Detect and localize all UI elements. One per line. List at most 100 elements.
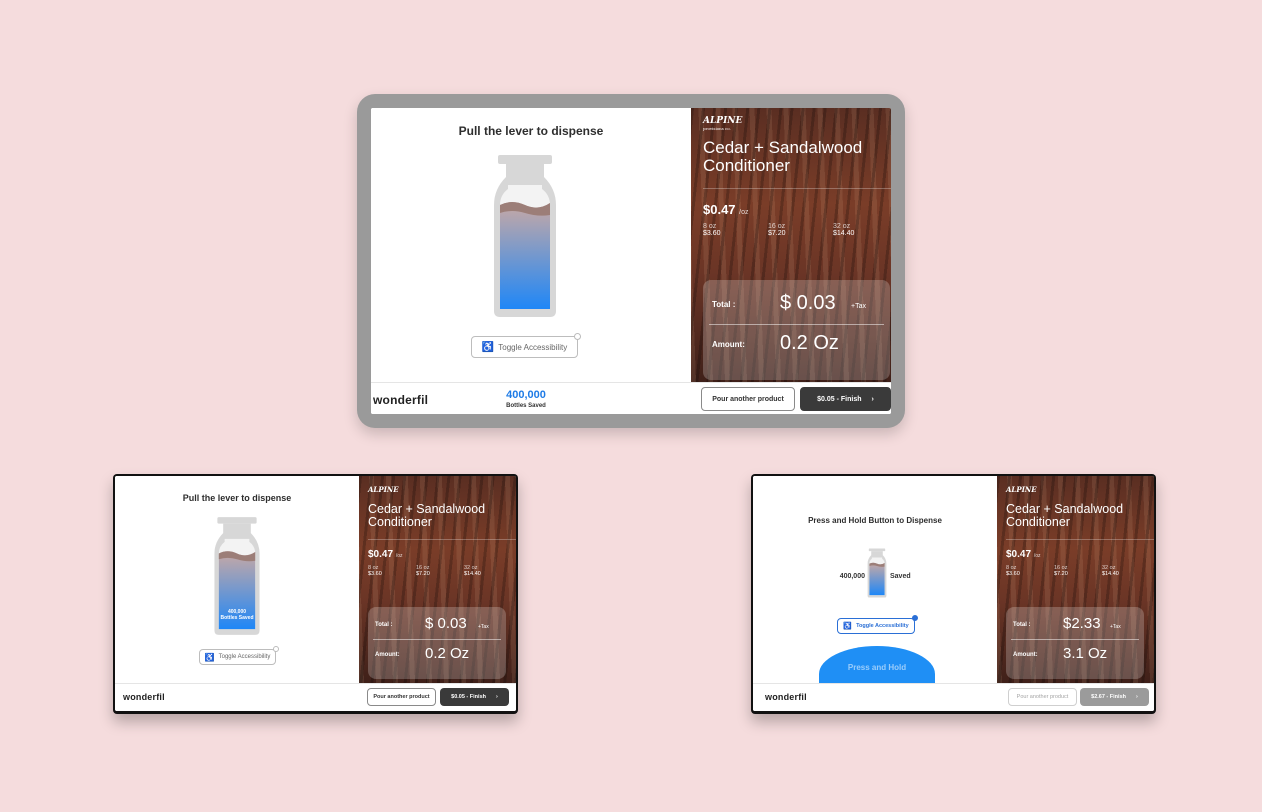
accessibility-icon: ♿ (481, 341, 495, 353)
dispense-panel: Pull the lever to dispense (115, 476, 359, 683)
product-name: Cedar + Sandalwood Conditioner (1006, 502, 1124, 530)
wonderfil-logo: wonderfil (373, 393, 429, 407)
total-value: $ 0.03 (425, 615, 467, 632)
tax-label: +Tax (851, 303, 866, 310)
product-panel: ALPINE Cedar + Sandalwood Conditioner $0… (997, 476, 1154, 683)
amount-label: Amount: (712, 340, 745, 349)
price-unit: /oz (739, 209, 749, 216)
accessibility-icon: ♿ (843, 623, 853, 630)
amount-label: Amount: (375, 652, 400, 658)
price-per-oz: $0.47 /oz (368, 549, 402, 560)
toggle-accessibility-button[interactable]: ♿ Toggle Accessibility (837, 615, 918, 634)
finish-button[interactable]: $0.05 - Finish › (440, 688, 509, 706)
size-option: 8 oz $3.60 (1006, 565, 1020, 577)
chevron-right-icon: › (871, 395, 874, 403)
product-divider (703, 188, 891, 189)
size-option: 8 oz $3.60 (703, 223, 721, 237)
pour-another-button[interactable]: Pour another product (701, 387, 795, 411)
price-per-oz: $0.47 /oz (1006, 549, 1040, 560)
total-label: Total : (1013, 622, 1031, 628)
order-summary: Total : $ 0.03 +Tax Amount: 0.2 Oz (703, 280, 890, 380)
price-value: $0.47 (1006, 549, 1032, 560)
size-options: 8 oz $3.60 16 oz $7.20 32 oz $14.40 (1006, 565, 1121, 577)
total-value: $ 0.03 (780, 292, 836, 314)
pour-another-button[interactable]: Pour another product (1008, 688, 1077, 706)
size-option: 32 oz $14.40 (833, 223, 855, 237)
press-and-hold-button[interactable]: Press and Hold (819, 646, 935, 686)
product-divider (1006, 539, 1154, 540)
kiosk-footer: wonderfil Pour another product $0.05 - F… (115, 683, 516, 711)
dispense-title: Press and Hold Button to Dispense (808, 516, 942, 525)
check-icon (912, 615, 918, 621)
finish-label: $0.05 - Finish (817, 395, 862, 403)
total-value: $2.33 (1063, 615, 1101, 632)
product-divider (368, 539, 516, 540)
brand-logo: ALPINE (368, 485, 399, 494)
summary-divider (709, 324, 884, 325)
price-value: $0.47 (368, 549, 394, 560)
kiosk-screen-main: Pull the lever to dispense ♿ Toggle Acce… (371, 108, 891, 414)
pour-another-button[interactable]: Pour another product (367, 688, 436, 706)
price-per-oz: $0.47 /oz (703, 202, 749, 217)
wonderfil-logo: wonderfil (123, 692, 165, 702)
kiosk-device-left: Pull the lever to dispense 400,000 Bottl… (113, 474, 518, 714)
brand-logo: ALPINE (1006, 485, 1037, 494)
size-option: 32 oz $14.40 (1102, 565, 1119, 577)
toggle-accessibility-label: Toggle Accessibility (498, 342, 568, 352)
brand-logo: ALPINE (703, 116, 743, 126)
price-unit: /oz (1033, 553, 1041, 559)
toggle-accessibility-button[interactable]: ♿ Toggle Accessibility (471, 333, 581, 358)
wonderfil-logo: wonderfil (765, 692, 807, 702)
bottle-fill-indicator (867, 548, 887, 598)
bottles-saved-label: Bottles Saved (506, 403, 546, 409)
dispense-title: Pull the lever to dispense (182, 493, 292, 503)
dispense-panel: Pull the lever to dispense (371, 108, 691, 382)
summary-divider (1011, 639, 1139, 640)
size-option: 8 oz $3.60 (368, 565, 382, 577)
accessibility-status-dot (574, 333, 581, 340)
size-options: 8 oz $3.60 16 oz $7.20 32 oz $14.40 (703, 223, 856, 237)
size-option: 16 oz $7.20 (768, 223, 786, 237)
size-option: 32 oz $14.40 (464, 565, 481, 577)
accessibility-status-dot (273, 646, 279, 652)
tablet-device-main: Pull the lever to dispense ♿ Toggle Acce… (357, 94, 905, 428)
amount-value: 0.2 Oz (780, 332, 839, 354)
toggle-accessibility-button[interactable]: ♿ Toggle Accessibility (199, 646, 279, 665)
amount-label: Amount: (1013, 652, 1038, 658)
saved-count: 400,000 (839, 573, 865, 580)
size-option: 16 oz $7.20 (1054, 565, 1068, 577)
order-summary: Total : $2.33 +Tax Amount: 3.1 Oz (1006, 607, 1144, 679)
amount-value: 3.1 Oz (1063, 645, 1108, 662)
amount-value: 0.2 Oz (425, 645, 470, 662)
kiosk-screen-left: Pull the lever to dispense 400,000 Bottl… (115, 476, 516, 711)
finish-label: $2.67 - Finish (1091, 694, 1126, 700)
accessibility-icon: ♿ (204, 652, 215, 662)
product-name: Cedar + Sandalwood Conditioner (703, 138, 863, 175)
total-label: Total : (375, 622, 393, 628)
kiosk-footer: wonderfil 400,000 Bottles Saved Pour ano… (371, 382, 891, 414)
product-name: Cedar + Sandalwood Conditioner (368, 502, 486, 530)
chevron-right-icon: › (1136, 694, 1138, 700)
dispense-title: Pull the lever to dispense (458, 124, 604, 138)
total-label: Total : (712, 300, 736, 309)
saved-label: Saved (890, 573, 911, 580)
order-summary: Total : $ 0.03 +Tax Amount: 0.2 Oz (368, 607, 506, 679)
bottles-saved-count: 400,000 (506, 389, 546, 401)
finish-button[interactable]: $2.67 - Finish › (1080, 688, 1149, 706)
toggle-accessibility-label: Toggle Accessibility (218, 654, 271, 660)
price-unit: /oz (395, 553, 403, 559)
kiosk-device-right: Press and Hold Button to Dispense 400,00… (751, 474, 1156, 714)
kiosk-screen-right: Press and Hold Button to Dispense 400,00… (753, 476, 1154, 711)
finish-button[interactable]: $0.05 - Finish › (800, 387, 891, 411)
summary-divider (373, 639, 501, 640)
finish-label: $0.05 - Finish (451, 694, 486, 700)
tax-label: +Tax (1110, 624, 1121, 630)
product-panel: ALPINE Cedar + Sandalwood Conditioner $0… (359, 476, 516, 683)
bottle-fill-indicator (492, 155, 558, 317)
size-option: 16 oz $7.20 (416, 565, 430, 577)
size-options: 8 oz $3.60 16 oz $7.20 32 oz $14.40 (368, 565, 483, 577)
toggle-accessibility-label: Toggle Accessibility (856, 623, 909, 629)
product-panel: ALPINE provisions co. Cedar + Sandalwood… (691, 108, 891, 382)
bottle-saved-overlay: 400,000 Bottles Saved (220, 609, 254, 621)
tax-label: +Tax (478, 624, 489, 630)
